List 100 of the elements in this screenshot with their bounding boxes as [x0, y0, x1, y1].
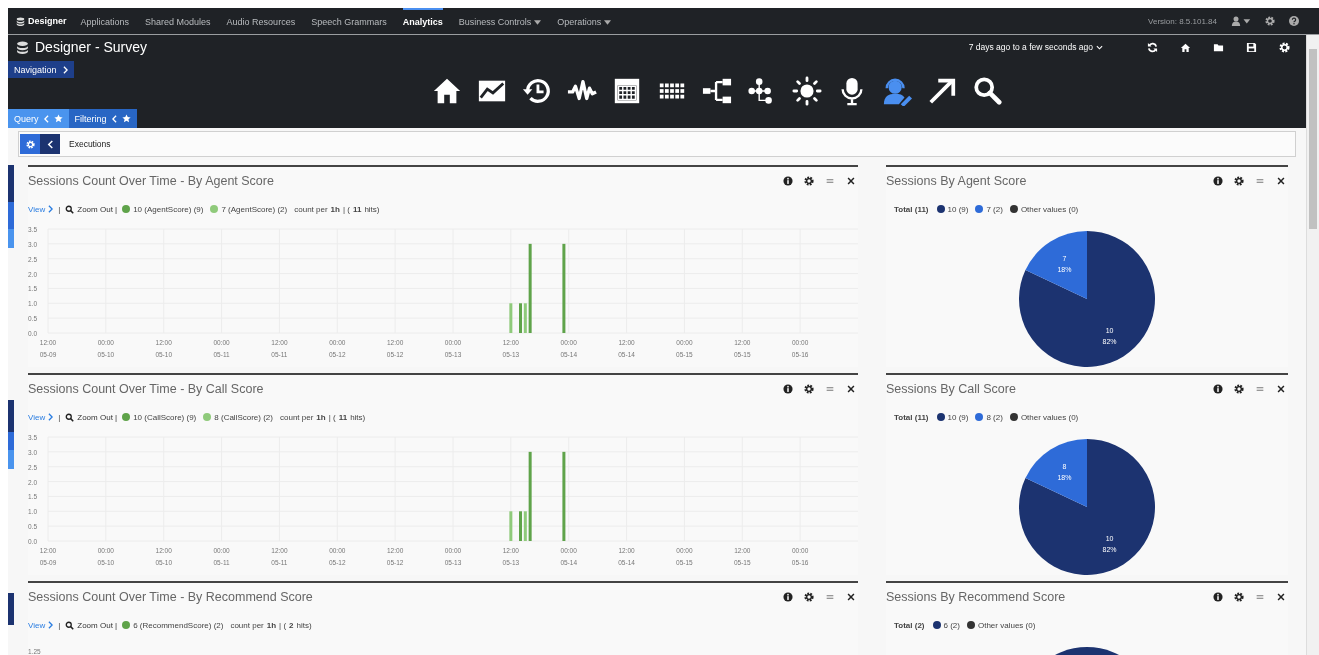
- database-icon: [16, 16, 25, 26]
- zoom-out-link[interactable]: Zoom Out |: [65, 204, 118, 214]
- chevron-right-icon: [62, 65, 68, 74]
- view-link[interactable]: View: [28, 204, 54, 214]
- zoom-out-link[interactable]: Zoom Out |: [65, 620, 118, 630]
- panel-title: Sessions By Agent Score: [886, 173, 1028, 188]
- chart-bar: [509, 511, 513, 541]
- sun-icon[interactable]: [792, 76, 822, 106]
- star-icon: [121, 114, 131, 123]
- settings-button[interactable]: [20, 134, 40, 154]
- legend-label[interactable]: 10 (AgentScore) (9): [133, 204, 204, 214]
- breadcrumb-text: Executions: [69, 139, 111, 149]
- legend-label[interactable]: 8 (CallScore) (2): [214, 412, 273, 422]
- legend-label[interactable]: 6 (RecommendScore) (2): [133, 620, 224, 630]
- panel-title: Sessions Count Over Time - By Recommend Score: [28, 589, 314, 604]
- caret-icon: [534, 19, 542, 25]
- settings-icon: [25, 139, 35, 149]
- separator-text: |: [58, 412, 61, 422]
- chevron-left-icon: [111, 114, 117, 123]
- info-icon[interactable]: [783, 591, 793, 602]
- history-icon[interactable]: [522, 76, 552, 106]
- arrow-icon[interactable]: [927, 76, 957, 106]
- search-icon: [65, 204, 75, 214]
- info-icon[interactable]: [1213, 175, 1223, 186]
- zoom-out-link[interactable]: Zoom Out |: [65, 412, 118, 422]
- view-link[interactable]: View: [28, 412, 54, 422]
- hits-summary: count per 1h | (11 hits): [294, 204, 380, 214]
- total-label: Total (11): [894, 412, 929, 422]
- close-icon[interactable]: [1276, 175, 1286, 186]
- help-icon[interactable]: [1289, 16, 1299, 26]
- info-icon[interactable]: [783, 175, 793, 186]
- settings-icon[interactable]: [804, 591, 814, 602]
- close-icon[interactable]: [1276, 383, 1286, 394]
- brand-link[interactable]: Designer: [16, 16, 67, 26]
- flow-icon[interactable]: [702, 76, 732, 106]
- panel-title: Sessions By Call Score: [886, 381, 1017, 396]
- version-text: Version: 8.5.101.84: [1148, 16, 1217, 26]
- chevron-left-icon: [45, 139, 55, 149]
- scrollbar[interactable]: [1306, 35, 1319, 655]
- settings-icon[interactable]: [1234, 591, 1244, 602]
- panel-tab[interactable]: Filtering: [68, 109, 137, 128]
- chevron-left-icon: [43, 114, 49, 123]
- legend-label[interactable]: 10 (9): [947, 204, 969, 214]
- time-range-dropdown[interactable]: 7 days ago to a few seconds ago: [968, 42, 1103, 52]
- home-icon[interactable]: [432, 76, 462, 106]
- menu-item[interactable]: Audio Resources: [226, 8, 296, 34]
- info-icon[interactable]: [1213, 591, 1223, 602]
- panel-title: Sessions By Recommend Score: [886, 589, 1067, 604]
- close-icon[interactable]: [846, 175, 856, 186]
- navigation-button[interactable]: Navigation: [8, 61, 74, 78]
- menu-item[interactable]: Applications: [80, 8, 130, 34]
- total-label: Total (2): [894, 620, 925, 630]
- save-icon[interactable]: [1246, 41, 1257, 53]
- separator-text: |: [58, 204, 61, 214]
- menu-item[interactable]: Operations: [557, 8, 612, 34]
- legend-label[interactable]: Other values (0): [1020, 204, 1079, 214]
- total-label: Total (11): [894, 204, 929, 214]
- legend-label[interactable]: 7 (AgentScore) (2): [221, 204, 288, 214]
- settings-icon[interactable]: [1265, 16, 1275, 26]
- chart-bar: [509, 303, 513, 333]
- chevron-right-icon: [48, 205, 54, 213]
- search-icon[interactable]: [972, 76, 1002, 106]
- legend-label[interactable]: 10 (9): [947, 412, 969, 422]
- view-link[interactable]: View: [28, 620, 54, 630]
- search-icon: [65, 412, 75, 422]
- back-button[interactable]: [40, 134, 60, 154]
- info-icon[interactable]: [783, 383, 793, 394]
- settings-icon[interactable]: [804, 175, 814, 186]
- calendar-icon[interactable]: [612, 76, 642, 106]
- database-icon: [16, 40, 29, 54]
- menu-item[interactable]: Business Controls: [458, 8, 542, 34]
- scrollbar-thumb[interactable]: [1309, 49, 1317, 229]
- legend-label[interactable]: 8 (2): [986, 412, 1003, 422]
- page-title: Designer - Survey: [35, 39, 148, 55]
- star-icon: [53, 114, 63, 123]
- folder-icon[interactable]: [1213, 41, 1224, 53]
- settings-icon[interactable]: [1234, 175, 1244, 186]
- hits-summary: count per 1h | (2 hits): [230, 620, 312, 630]
- chevron-down-icon: [1096, 44, 1103, 50]
- menu-item[interactable]: Shared Modules: [145, 8, 211, 34]
- chevron-right-icon: [48, 621, 54, 629]
- legend-label[interactable]: 6 (2): [943, 620, 960, 630]
- search-icon: [65, 620, 75, 630]
- settings-icon[interactable]: [804, 383, 814, 394]
- legend-label[interactable]: Other values (0): [1020, 412, 1079, 422]
- panel-title: Sessions Count Over Time - By Call Score: [28, 381, 265, 396]
- panel-title: Sessions Count Over Time - By Agent Score: [28, 173, 275, 188]
- close-icon[interactable]: [846, 591, 856, 602]
- menu-item[interactable]: Speech Grammars: [311, 8, 387, 34]
- settings-icon[interactable]: [1234, 383, 1244, 394]
- refresh-icon[interactable]: [1147, 41, 1158, 53]
- legend-label[interactable]: Other values (0): [977, 620, 1036, 630]
- close-icon[interactable]: [1276, 591, 1286, 602]
- home-icon[interactable]: [1180, 41, 1191, 53]
- legend-label[interactable]: 7 (2): [986, 204, 1003, 214]
- user-menu-icon[interactable]: [1231, 16, 1251, 26]
- legend-label[interactable]: 10 (CallScore) (9): [133, 412, 197, 422]
- info-icon[interactable]: [1213, 383, 1223, 394]
- agent-icon[interactable]: [882, 76, 912, 106]
- close-icon[interactable]: [846, 383, 856, 394]
